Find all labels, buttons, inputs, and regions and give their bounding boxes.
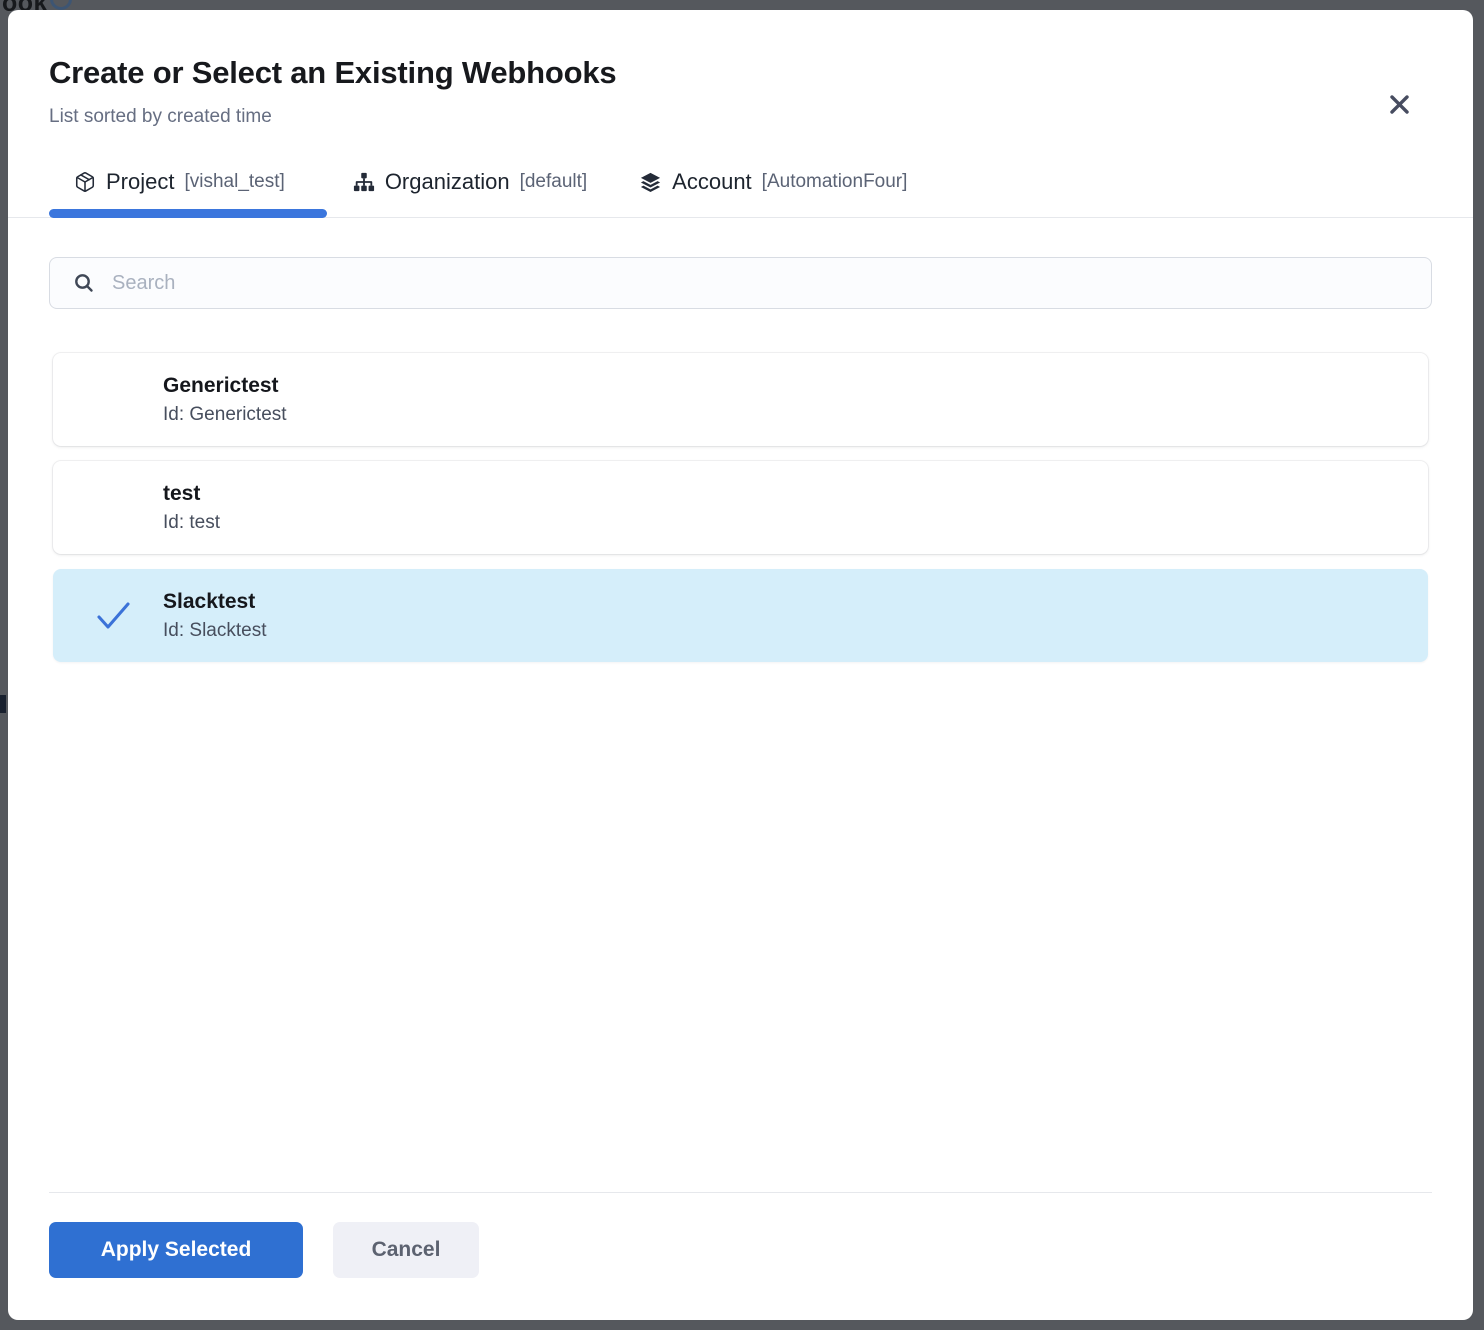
package-icon	[74, 171, 96, 193]
background-page-fragment	[0, 695, 6, 713]
tab-account-label: Account	[672, 169, 752, 195]
check-zone	[93, 353, 133, 446]
background-info-icon	[50, 0, 72, 10]
tab-project[interactable]: Project [vishal_test]	[49, 169, 327, 217]
item-name: Slacktest	[163, 588, 1428, 616]
dialog-subtitle: List sorted by created time	[49, 105, 1432, 129]
tab-account-context: [AutomationFour]	[762, 171, 908, 193]
tab-project-label: Project	[106, 169, 174, 195]
empty-space	[49, 677, 1432, 1192]
list-item-slacktest[interactable]: Slacktest Id: Slacktest	[53, 569, 1428, 662]
apply-selected-button[interactable]: Apply Selected	[49, 1222, 303, 1278]
search-icon	[72, 271, 96, 295]
item-name: test	[163, 480, 1428, 508]
dialog-title: Create or Select an Existing Webhooks	[49, 54, 1432, 92]
search-input[interactable]	[112, 272, 1419, 295]
item-id: Id: test	[163, 510, 1428, 536]
item-id: Id: Generictest	[163, 402, 1428, 428]
tab-organization-context: [default]	[520, 171, 588, 193]
dialog-header: Create or Select an Existing Webhooks Li…	[8, 10, 1473, 129]
cancel-button[interactable]: Cancel	[333, 1222, 479, 1278]
footer-divider	[49, 1192, 1432, 1193]
item-id: Id: Slacktest	[163, 618, 1428, 644]
search-box	[49, 257, 1432, 309]
tab-project-context: [vishal_test]	[184, 171, 284, 193]
scope-tabs: Project [vishal_test] Organization [defa…	[8, 169, 1473, 218]
item-name: Generictest	[163, 372, 1428, 400]
active-tab-underline	[49, 209, 327, 218]
check-zone	[93, 569, 133, 662]
webhooks-dialog: Create or Select an Existing Webhooks Li…	[8, 10, 1473, 1320]
tab-organization-label: Organization	[385, 169, 510, 195]
check-zone	[93, 461, 133, 554]
webhook-list: Generictest Id: Generictest test Id: tes…	[49, 353, 1432, 677]
close-button[interactable]	[1377, 82, 1421, 126]
tab-organization[interactable]: Organization [default]	[327, 169, 613, 217]
list-item-generictest[interactable]: Generictest Id: Generictest	[53, 353, 1428, 446]
close-icon	[1384, 89, 1415, 120]
sitemap-icon	[353, 171, 375, 193]
list-item-test[interactable]: test Id: test	[53, 461, 1428, 554]
checkmark-icon	[95, 600, 132, 631]
tab-account[interactable]: Account [AutomationFour]	[613, 169, 933, 217]
dialog-content: Generictest Id: Generictest test Id: tes…	[8, 218, 1473, 1320]
layers-icon	[639, 171, 662, 194]
dialog-footer: Apply Selected Cancel	[49, 1222, 1432, 1278]
